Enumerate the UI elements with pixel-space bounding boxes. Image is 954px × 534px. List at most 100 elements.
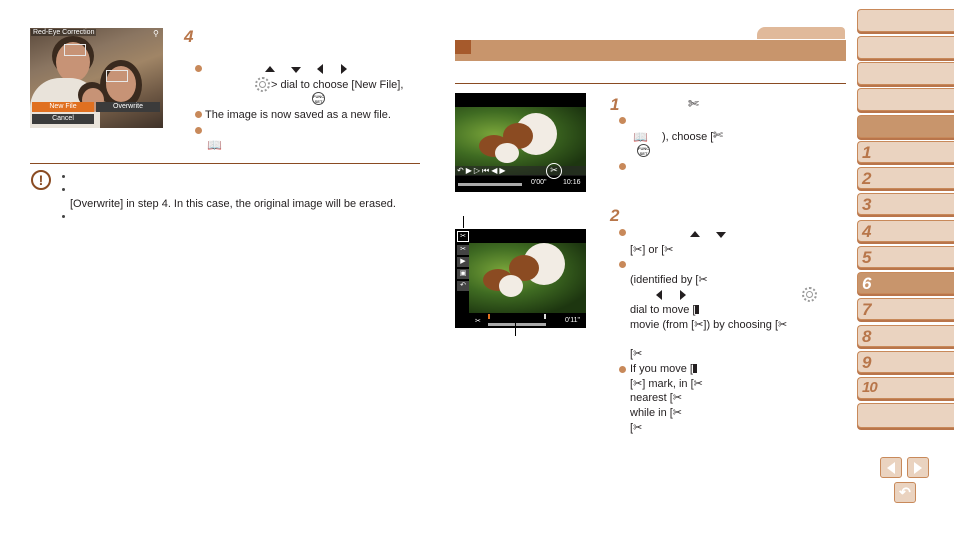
right-arrow-icon bbox=[680, 290, 686, 300]
sidebar-chapter-9[interactable]: 9 bbox=[857, 351, 954, 373]
sidebar-index[interactable] bbox=[857, 403, 954, 428]
start-marker bbox=[488, 314, 490, 319]
red-eye-frame bbox=[64, 44, 86, 56]
sidebar-tab-5[interactable] bbox=[857, 115, 954, 138]
sidebar-chapter-10[interactable]: 10 bbox=[857, 377, 954, 399]
sidebar-tab-4[interactable] bbox=[857, 88, 954, 111]
step2-dial-move: dial to move [ bbox=[630, 303, 700, 317]
cut-front-icon[interactable]: ✂ bbox=[457, 231, 469, 242]
book-reference-icon: 📖 bbox=[207, 138, 222, 152]
scissors-icon: ✂ bbox=[672, 392, 683, 404]
magnify-icon: ⚲ bbox=[153, 29, 159, 38]
left-arrow-icon bbox=[317, 64, 323, 74]
down-arrow-icon bbox=[716, 232, 726, 238]
sidebar-tab-2[interactable] bbox=[857, 36, 954, 59]
cut-back-icon[interactable]: ✂ bbox=[457, 245, 469, 255]
scissors-icon: ✄ bbox=[713, 128, 724, 142]
bullet bbox=[619, 366, 626, 373]
sidebar-chapter-1[interactable]: 1 bbox=[857, 141, 954, 163]
cut-back-icon: ✂ bbox=[633, 348, 643, 360]
bullet bbox=[62, 175, 65, 178]
sidebar-chapter-2[interactable]: 2 bbox=[857, 167, 954, 189]
caution-icon: ! bbox=[31, 170, 51, 190]
dog-face bbox=[499, 275, 523, 297]
step2-identified: (identified by [✂ bbox=[630, 274, 708, 286]
step2-nearest: nearest [✂ bbox=[630, 392, 683, 404]
scissors-icon: ✄ bbox=[688, 96, 699, 111]
progress-bar bbox=[458, 183, 522, 186]
sidebar-chapter-3[interactable]: 3 bbox=[857, 193, 954, 215]
scissors-icon: ✂ bbox=[698, 274, 708, 286]
step2-if-move: If you move [ bbox=[630, 362, 697, 376]
sidebar-chapter-6[interactable]: 6 bbox=[857, 272, 954, 294]
sidebar-chapter-8[interactable]: 8 bbox=[857, 325, 954, 347]
step4-instruction: > dial to choose [New File], bbox=[271, 79, 404, 91]
sidebar-chapter-5[interactable]: 5 bbox=[857, 246, 954, 268]
sidebar-tab-1[interactable] bbox=[857, 9, 954, 32]
play-icon[interactable]: ▶ bbox=[457, 257, 469, 267]
scissors-icon: ✂ bbox=[633, 378, 643, 390]
section-divider bbox=[455, 83, 846, 84]
cut-front-icon: ✂ bbox=[633, 244, 643, 256]
bullet bbox=[619, 163, 626, 170]
cut-front-icon: ✂ bbox=[778, 319, 788, 331]
callout-line bbox=[463, 216, 464, 228]
scissors-icon: ✂ bbox=[633, 422, 643, 434]
up-arrow-icon bbox=[265, 66, 275, 72]
func-set-button-icon: FUNC SET bbox=[637, 144, 650, 157]
bullet bbox=[195, 127, 202, 134]
step2-last-bracket: [✂ bbox=[630, 422, 643, 434]
section-header-marker bbox=[455, 40, 471, 54]
sidebar-chapter-4[interactable]: 4 bbox=[857, 220, 954, 242]
step2-while-in: while in [✂ bbox=[630, 407, 683, 419]
movie-playback-screen: ↶▶▷⏮◀▶ ✂ 0'00" 10:16 bbox=[455, 93, 586, 192]
bullet bbox=[195, 111, 202, 118]
return-button[interactable]: ↶ bbox=[894, 482, 916, 503]
left-arrow-icon bbox=[656, 290, 662, 300]
previous-page-button[interactable] bbox=[880, 457, 902, 478]
step1-choose-text: ), choose [ bbox=[662, 131, 714, 143]
step4-saved-text: The image is now saved as a new file. bbox=[205, 109, 391, 121]
playback-controls[interactable]: ↶▶▷⏮◀▶ bbox=[455, 166, 586, 176]
control-dial-icon bbox=[255, 77, 270, 92]
step2-mark-in: [✂] mark, in [✂ bbox=[630, 378, 703, 390]
book-reference-icon: 📖 bbox=[633, 130, 648, 144]
step-number: 1 bbox=[610, 95, 620, 114]
next-page-button[interactable] bbox=[907, 457, 929, 478]
cut-back-icon: ✂ bbox=[672, 407, 683, 419]
divider bbox=[30, 163, 420, 164]
right-arrow-icon bbox=[341, 64, 347, 74]
save-icon[interactable]: ▣ bbox=[457, 269, 469, 279]
section-header-bar bbox=[455, 40, 846, 61]
return-icon[interactable]: ↶ bbox=[457, 281, 469, 291]
sidebar-chapter-7[interactable]: 7 bbox=[857, 298, 954, 320]
new-file-button[interactable]: New File bbox=[32, 102, 94, 112]
screen-title: Red-Eye Correction bbox=[31, 29, 97, 36]
bullet bbox=[62, 215, 65, 218]
bullet bbox=[619, 261, 626, 268]
step2-options: [✂] or [✂ bbox=[630, 244, 674, 256]
elapsed-time: 0'00" bbox=[531, 179, 547, 186]
edit-progress-bar[interactable] bbox=[488, 323, 546, 326]
return-icon: ↶ bbox=[899, 484, 911, 500]
edit-scissors-icon[interactable]: ✂ bbox=[546, 163, 562, 179]
right-arrow-icon bbox=[914, 461, 922, 474]
down-arrow-icon bbox=[291, 67, 301, 73]
sidebar-tab-3[interactable] bbox=[857, 62, 954, 85]
step-number: 2 bbox=[610, 206, 620, 225]
movie-edit-screen: ✂ ✂ ▶ ▣ ↶ ✂ 0'11" bbox=[455, 229, 586, 328]
func-set-button-icon: FUNC SET bbox=[312, 92, 325, 105]
left-arrow-icon bbox=[887, 461, 895, 474]
end-marker bbox=[544, 314, 546, 319]
cancel-button[interactable]: Cancel bbox=[32, 114, 94, 124]
cut-front-icon: ✂ bbox=[693, 378, 703, 390]
edit-time: 0'11" bbox=[565, 317, 580, 324]
bullet bbox=[195, 65, 202, 72]
caution-overwrite-text: [Overwrite] in step 4. In this case, the… bbox=[70, 198, 396, 210]
total-time: 10:16 bbox=[563, 179, 581, 186]
section-tab bbox=[757, 27, 845, 39]
overwrite-button[interactable]: Overwrite bbox=[96, 102, 160, 112]
step-number: 4 bbox=[184, 27, 194, 46]
cut-back-icon: ✂ bbox=[664, 244, 674, 256]
step2-bracket: [✂ bbox=[630, 348, 643, 360]
